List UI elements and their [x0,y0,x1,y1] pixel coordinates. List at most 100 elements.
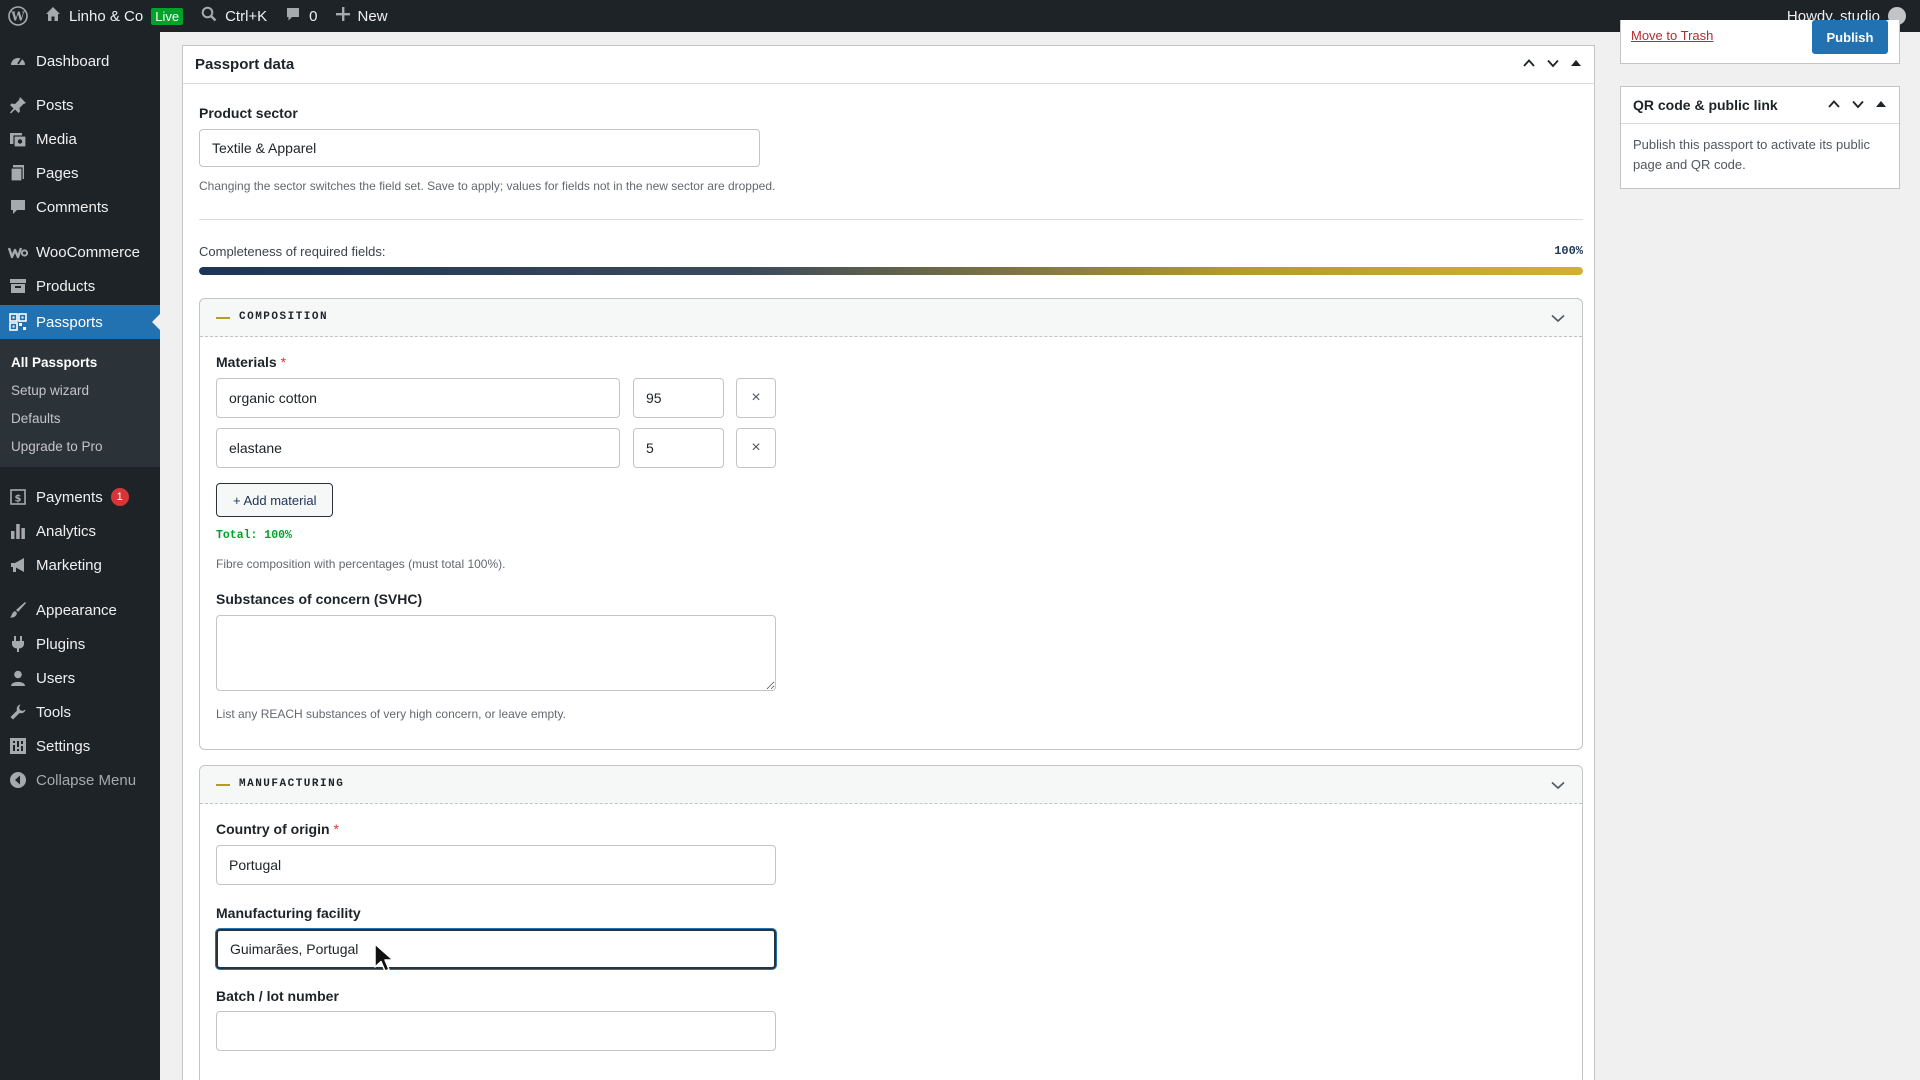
qr-code-box: QR code & public link Publish this passp… [1620,86,1900,189]
woocommerce-icon [0,245,36,259]
comments-link[interactable]: 0 [276,0,326,32]
publish-button[interactable]: Publish [1812,20,1888,54]
chevron-down-icon[interactable] [1550,777,1566,798]
submenu-setup-wizard[interactable]: Setup wizard [11,383,89,398]
megaphone-icon [0,556,36,574]
site-name-link[interactable]: Linho & Co Live [36,0,192,32]
sidebar-item-posts[interactable]: Posts [0,88,160,122]
sidebar-label-marketing: Marketing [36,556,102,574]
admin-sidebar: Dashboard Posts Media Pages Comments Woo… [0,32,160,1080]
payments-count-badge: 1 [110,488,129,506]
wordpress-logo-icon[interactable]: W [0,0,36,32]
sidebar-label-plugins: Plugins [36,635,86,653]
sidebar-label-dashboard: Dashboard [36,52,110,70]
sidebar-label-pages: Pages [36,164,79,182]
completeness-label: Completeness of required fields: [199,244,386,259]
sidebar-item-dashboard[interactable]: Dashboard [0,44,160,78]
sidebar-item-analytics[interactable]: Analytics [0,514,160,548]
new-label: New [357,7,388,25]
home-icon [45,6,61,26]
qr-code-box-text: Publish this passport to activate its pu… [1633,137,1871,172]
paintbrush-icon [0,601,36,619]
material-name-input[interactable] [216,378,620,418]
add-material-button[interactable]: + Add material [216,483,334,517]
submenu-all-passports[interactable]: All Passports [11,355,97,370]
product-sector-select[interactable] [199,129,760,167]
sidebar-item-media[interactable]: Media [0,122,160,156]
sidebar-label-payments: Payments [36,488,103,506]
sidebar-item-woocommerce[interactable]: WooCommerce [0,235,160,269]
batch-label: Batch / lot number [216,988,339,1004]
sidebar-label-appearance: Appearance [36,601,117,619]
sidebar-item-comments[interactable]: Comments [0,190,160,224]
mouse-cursor-icon [374,943,396,978]
sidebar-item-settings[interactable]: Settings [0,729,160,763]
move-down-icon[interactable] [1851,97,1865,114]
sidebar-label-tools: Tools [36,703,72,721]
sidebar-item-users[interactable]: Users [0,661,160,695]
close-icon: × [751,439,761,456]
country-label-text: Country of origin [216,821,330,837]
wrench-icon [0,703,36,721]
settings-sliders-icon [0,737,36,755]
material-percent-input[interactable] [633,378,724,418]
search-shortcut-label: Ctrl+K [225,7,268,25]
sidebar-label-woocommerce: WooCommerce [36,243,140,261]
sidebar-item-appearance[interactable]: Appearance [0,593,160,627]
collapse-toggle-icon[interactable] [1875,97,1887,114]
sidebar-label-products: Products [36,277,96,295]
user-icon [0,669,36,687]
svg-text:W: W [10,10,25,24]
plugin-icon [0,635,36,653]
facility-label: Manufacturing facility [216,905,361,921]
sidebar-item-payments[interactable]: $ Payments 1 [0,480,160,514]
section-dash [216,784,230,786]
sidebar-label-posts: Posts [36,96,74,114]
svhc-label: Substances of concern (SVHC) [216,591,423,607]
move-up-icon[interactable] [1522,56,1536,73]
facility-input[interactable] [216,929,776,969]
move-up-icon[interactable] [1827,97,1841,114]
divider [199,219,1583,220]
sidebar-item-tools[interactable]: Tools [0,695,160,729]
passports-submenu: All Passports Setup wizard Defaults Upgr… [0,339,160,467]
remove-material-button[interactable]: × [736,428,776,468]
remove-material-button[interactable]: × [736,378,776,418]
sidebar-item-products[interactable]: Products [0,269,160,303]
product-sector-help: Changing the sector switches the field s… [199,179,776,193]
submenu-defaults[interactable]: Defaults [11,411,61,426]
country-label: Country of origin * [216,821,339,837]
move-to-trash-link[interactable]: Move to Trash [1631,28,1713,43]
country-input[interactable] [216,845,776,885]
svhc-textarea[interactable] [216,615,776,691]
pushpin-icon [0,96,36,114]
chevron-down-icon[interactable] [1550,310,1566,331]
manufacturing-section-header[interactable]: MANUFACTURING [200,766,1582,804]
new-content-link[interactable]: New [327,0,397,32]
comment-icon [285,6,301,26]
sidebar-label-users: Users [36,669,76,687]
comments-count: 0 [309,7,318,25]
submenu-upgrade[interactable]: Upgrade to Pro [11,439,103,454]
collapse-arrow-icon [0,771,36,789]
material-name-input[interactable] [216,428,620,468]
sidebar-label-analytics: Analytics [36,522,97,540]
required-marker: * [333,821,339,837]
collapse-menu-button[interactable]: Collapse Menu [0,763,160,797]
sidebar-item-pages[interactable]: Pages [0,156,160,190]
site-name: Linho & Co [69,7,144,25]
move-down-icon[interactable] [1546,56,1560,73]
materials-help: Fibre composition with percentages (must… [216,557,506,571]
collapse-toggle-icon[interactable] [1570,56,1582,73]
search-icon [201,6,217,26]
search-shortcut[interactable]: Ctrl+K [192,0,276,32]
completeness-progress-fill [199,267,1583,275]
batch-input[interactable] [216,1011,776,1051]
sidebar-item-passports[interactable]: Passports [0,305,160,339]
composition-section-header[interactable]: COMPOSITION [200,299,1582,337]
sidebar-item-plugins[interactable]: Plugins [0,627,160,661]
product-sector-label: Product sector [199,105,298,121]
material-percent-input[interactable] [633,428,724,468]
sidebar-item-marketing[interactable]: Marketing [0,548,160,582]
close-icon: × [751,389,761,406]
